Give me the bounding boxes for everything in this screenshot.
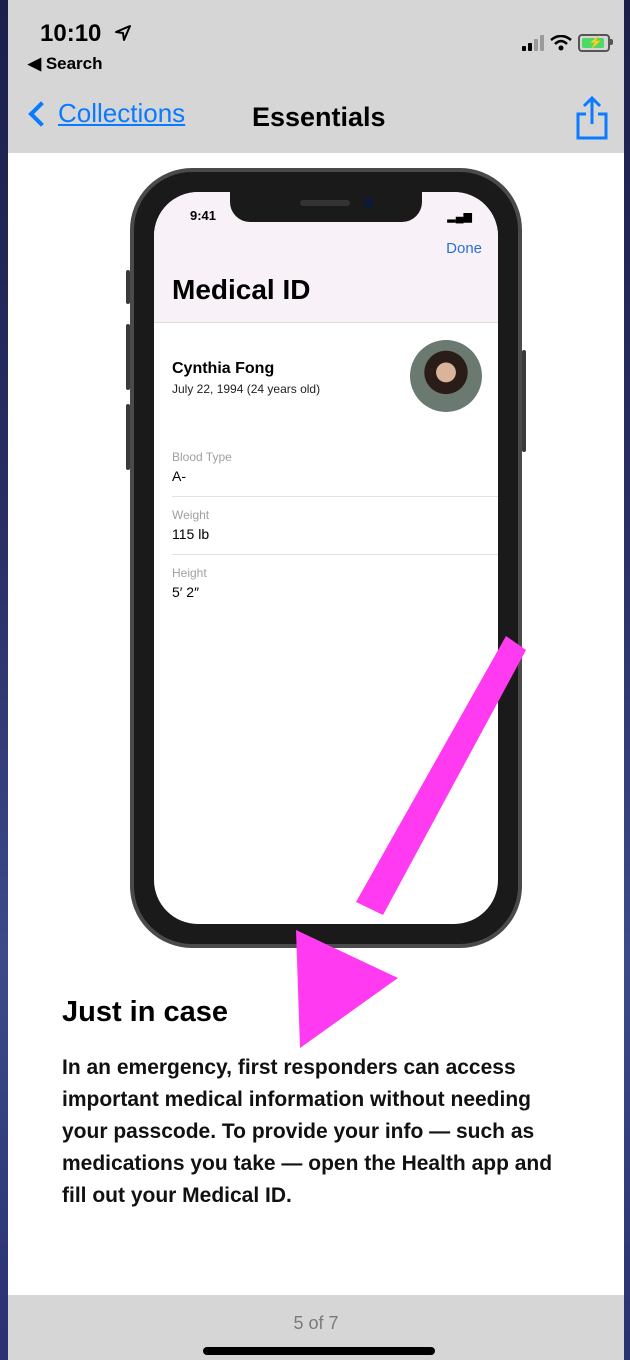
status-indicators: ⚡: [522, 34, 613, 52]
pager-bar: 5 of 7: [8, 1295, 624, 1360]
field-label: Blood Type: [172, 450, 232, 464]
top-bar: 10:10 ◀ Search ⚡ Collections Essentials: [8, 0, 624, 153]
mockup-done-button: Done: [446, 240, 482, 257]
mockup-status-time: 9:41: [190, 208, 217, 223]
back-to-search-link[interactable]: ◀ Search: [28, 54, 103, 74]
collections-back-label: Collections: [58, 98, 186, 128]
iphone-mockup: 9:41 ▂▄▆ Done Medical ID Cynthia Fong Ju…: [126, 168, 526, 948]
back-triangle-icon: ◀: [28, 54, 42, 73]
volume-down-button: [126, 404, 130, 470]
page-title: Essentials: [252, 102, 386, 132]
field-value: 5′ 2″: [172, 584, 200, 600]
battery-icon: ⚡: [578, 34, 613, 52]
back-app-label: Search: [45, 54, 103, 73]
volume-up-button: [126, 324, 130, 390]
essentials-sheet: 10:10 ◀ Search ⚡ Collections Essentials …: [8, 0, 624, 1360]
field-label: Height: [172, 566, 207, 580]
share-icon[interactable]: [574, 94, 610, 142]
person-dob: July 22, 1994 (24 years old): [172, 382, 321, 396]
page-indicator: 5 of 7: [293, 1313, 339, 1333]
person-name: Cynthia Fong: [172, 360, 275, 377]
mockup-status-icons: ▂▄▆: [447, 210, 472, 223]
home-indicator[interactable]: [203, 1347, 435, 1355]
wallpaper-left-edge: [0, 0, 8, 1360]
section-body: In an emergency, first responders can ac…: [62, 1056, 553, 1207]
status-time: 10:10: [40, 20, 102, 47]
field-value: A-: [172, 468, 186, 484]
mute-switch: [126, 270, 130, 304]
divider: [172, 496, 498, 497]
phone-notch: [230, 192, 422, 222]
divider: [172, 554, 498, 555]
signal-icon: [522, 35, 544, 51]
location-arrow-icon: [115, 25, 131, 41]
field-label: Weight: [172, 508, 210, 522]
collections-back-button[interactable]: Collections: [24, 98, 185, 129]
avatar: [410, 340, 482, 412]
mockup-title: Medical ID: [172, 274, 311, 305]
mockup-screen: 9:41 ▂▄▆ Done Medical ID Cynthia Fong Ju…: [154, 192, 498, 924]
signal-icon: ▂▄▆: [447, 211, 472, 223]
chevron-left-icon: [28, 100, 54, 127]
field-value: 115 lb: [172, 526, 210, 542]
side-button: [522, 350, 526, 452]
wifi-icon: [550, 35, 572, 51]
wallpaper-right-edge: [624, 0, 630, 1360]
section-heading: Just in case: [62, 996, 229, 1028]
